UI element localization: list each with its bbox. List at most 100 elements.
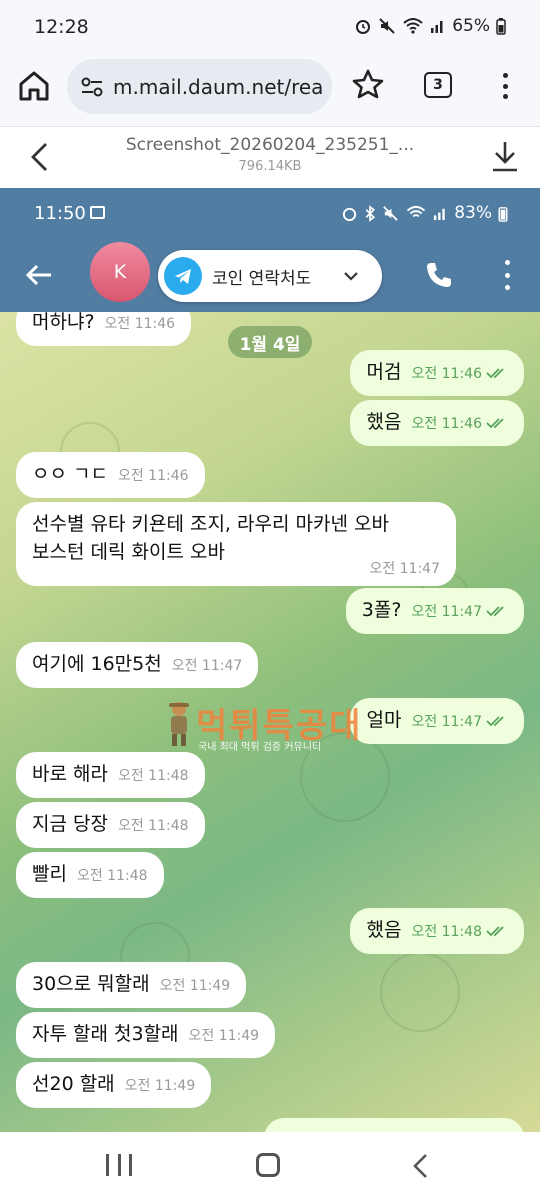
message-incoming[interactable]: 지금 당장 오전 11:48 bbox=[16, 802, 205, 848]
double-check-icon bbox=[486, 605, 504, 616]
message-time: 오전 11:46 bbox=[411, 366, 482, 382]
message-incoming[interactable]: 선수별 유타 키욘테 조지, 라우리 마카넨 오바 보스턴 데릭 화이트 오바 … bbox=[16, 502, 456, 586]
message-time: 오전 11:47 bbox=[411, 714, 482, 730]
more-options-icon[interactable] bbox=[502, 260, 512, 290]
wifi-icon bbox=[407, 205, 426, 217]
message-time: 오전 11:48 bbox=[76, 868, 148, 884]
message-outgoing-partial[interactable] bbox=[264, 1118, 524, 1132]
message-text: 자투 할래 첫3할래 bbox=[32, 1023, 179, 1045]
phone-call-icon[interactable] bbox=[424, 260, 454, 290]
message-text: 3폴? bbox=[361, 599, 402, 621]
download-icon[interactable] bbox=[489, 139, 521, 173]
message-time: 오전 11:48 bbox=[411, 924, 482, 940]
attachment-image[interactable]: 11:50 83% K 코인 연락처도 머하냐? 오전 11:46 1월 4일 … bbox=[0, 188, 540, 1132]
avatar[interactable]: K bbox=[90, 242, 150, 302]
battery-icon bbox=[496, 18, 506, 35]
chevron-down-icon bbox=[344, 272, 358, 281]
message-time: 오전 11:48 bbox=[117, 818, 189, 834]
alarm-icon bbox=[356, 20, 371, 34]
battery-percent: 65% bbox=[452, 16, 490, 36]
site-settings-icon[interactable] bbox=[79, 74, 105, 100]
inner-battery-percent: 83% bbox=[454, 203, 492, 223]
double-check-icon bbox=[486, 417, 504, 428]
message-outgoing[interactable]: 3폴? 오전 11:47 bbox=[345, 588, 524, 634]
message-outgoing[interactable]: 머검 오전 11:46 bbox=[350, 350, 524, 396]
message-text: ㅇㅇ ㄱㄷ bbox=[32, 463, 108, 485]
recent-apps-icon[interactable] bbox=[106, 1154, 132, 1176]
message-time: 오전 11:49 bbox=[124, 1078, 196, 1094]
status-icons: 65% bbox=[354, 16, 506, 36]
address-bar[interactable]: m.mail.daum.net/rea bbox=[67, 59, 332, 114]
inner-status-icons: 83% bbox=[341, 203, 508, 223]
url-text: m.mail.daum.net/rea bbox=[113, 74, 324, 99]
message-text: 선20 할래 bbox=[32, 1073, 115, 1095]
date-separator: 1월 4일 bbox=[228, 326, 312, 358]
message-time: 오전 11:48 bbox=[117, 768, 189, 784]
telegram-icon bbox=[164, 257, 202, 295]
message-time: 오전 11:46 bbox=[411, 416, 482, 432]
message-text: 30으로 뭐할래 bbox=[32, 973, 150, 995]
browser-menu-icon[interactable] bbox=[494, 70, 516, 102]
alarm-icon bbox=[343, 207, 357, 221]
message-text: 여기에 16만5천 bbox=[32, 653, 162, 675]
message-time: 오전 11:47 bbox=[171, 658, 243, 674]
message-text: 바로 해라 bbox=[32, 763, 108, 785]
message-text: 선수별 유타 키욘테 조지, 라우리 마카넨 오바 bbox=[32, 513, 389, 535]
message-incoming[interactable]: 자투 할래 첫3할래 오전 11:49 bbox=[16, 1012, 276, 1058]
signal-icon bbox=[434, 208, 445, 220]
contact-name: 코인 연락처도 bbox=[212, 268, 312, 289]
message-incoming[interactable]: 선20 할래 오전 11:49 bbox=[16, 1062, 212, 1108]
double-check-icon bbox=[486, 367, 504, 378]
message-time: 오전 11:49 bbox=[159, 978, 231, 994]
wifi-icon bbox=[403, 18, 423, 34]
message-time: 오전 11:46 bbox=[117, 468, 189, 484]
message-text: 했음 bbox=[366, 919, 402, 941]
device-status-bar: 12:28 65% bbox=[0, 0, 540, 54]
home-icon[interactable] bbox=[16, 68, 52, 104]
status-time: 12:28 bbox=[34, 16, 89, 38]
message-text: 머검 bbox=[366, 361, 402, 383]
mute-icon bbox=[379, 18, 395, 34]
message-text: 머하냐? bbox=[32, 312, 95, 333]
tab-switcher-button[interactable]: 3 bbox=[424, 72, 452, 98]
message-incoming[interactable]: 바로 해라 오전 11:48 bbox=[16, 752, 205, 798]
attachment-filename: Screenshot_20260204_235251_... bbox=[125, 135, 415, 155]
chat-area[interactable]: 머하냐? 오전 11:46 1월 4일 머검 오전 11:46 했음 오전 11:46… bbox=[0, 312, 540, 1132]
message-incoming[interactable]: 머하냐? 오전 11:46 bbox=[16, 312, 192, 346]
message-time: 오전 11:49 bbox=[188, 1028, 260, 1044]
watermark-subtitle: 국내 최대 먹튀 검증 커뮤니티 bbox=[198, 742, 322, 753]
chat-back-arrow-icon[interactable] bbox=[24, 260, 54, 290]
message-text: 지금 당장 bbox=[32, 813, 108, 835]
message-outgoing[interactable]: 했음 오전 11:46 bbox=[350, 400, 524, 446]
mute-icon bbox=[383, 205, 398, 221]
mascot-icon bbox=[169, 702, 189, 746]
nav-home-icon[interactable] bbox=[256, 1153, 280, 1177]
contact-switcher[interactable]: 코인 연락처도 bbox=[158, 250, 382, 302]
message-incoming[interactable]: ㅇㅇ ㄱㄷ 오전 11:46 bbox=[16, 452, 205, 498]
double-check-icon bbox=[486, 715, 504, 726]
message-text: 빨리 bbox=[32, 863, 67, 885]
nav-back-icon[interactable] bbox=[410, 1152, 430, 1180]
chat-header: K 코인 연락처도 bbox=[0, 240, 540, 312]
attachment-bar: Screenshot_20260204_235251_... 796.14KB bbox=[0, 126, 540, 188]
watermark-logo: 먹튀특공대 국내 최대 먹튀 검증 커뮤니티 bbox=[160, 696, 390, 756]
attachment-size: 796.14KB bbox=[238, 159, 302, 174]
message-incoming[interactable]: 여기에 16만5천 오전 11:47 bbox=[16, 642, 259, 688]
message-incoming[interactable]: 빨리 오전 11:48 bbox=[16, 852, 164, 898]
message-time: 오전 11:47 bbox=[411, 604, 482, 620]
battery-icon bbox=[498, 206, 508, 222]
message-time: 오전 11:46 bbox=[104, 316, 176, 332]
background-doodle bbox=[380, 952, 460, 1032]
system-nav-bar bbox=[0, 1132, 540, 1200]
back-arrow-icon[interactable] bbox=[28, 141, 52, 173]
message-outgoing[interactable]: 했음 오전 11:48 bbox=[350, 908, 524, 954]
browser-toolbar: m.mail.daum.net/rea 3 bbox=[0, 54, 540, 126]
inner-status-bar: 11:50 83% bbox=[0, 188, 540, 240]
inner-status-time: 11:50 bbox=[34, 203, 86, 224]
message-text: 했음 bbox=[366, 411, 402, 433]
signal-icon bbox=[431, 21, 443, 33]
bookmark-star-icon[interactable] bbox=[352, 68, 384, 100]
message-incoming[interactable]: 30으로 뭐할래 오전 11:49 bbox=[16, 962, 247, 1008]
bluetooth-icon bbox=[365, 204, 376, 222]
gallery-icon bbox=[90, 206, 105, 219]
